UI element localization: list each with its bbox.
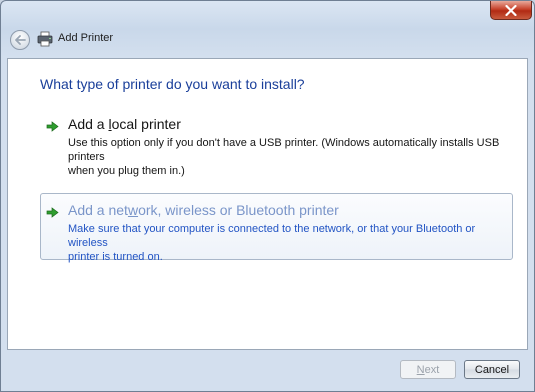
- add-local-printer-label: Add a local printer: [68, 116, 181, 132]
- green-arrow-icon: [46, 121, 59, 132]
- back-arrow-icon: [15, 35, 26, 45]
- cancel-button[interactable]: Cancel: [464, 360, 520, 379]
- printer-icon: [37, 31, 53, 47]
- add-local-printer-description: Use this option only if you don't have a…: [68, 137, 500, 177]
- window-title: Add Printer: [58, 32, 114, 44]
- green-arrow-icon: [46, 207, 59, 218]
- add-network-printer-option[interactable]: Add a network, wireless or Bluetooth pri…: [40, 193, 513, 263]
- back-button[interactable]: [10, 30, 30, 50]
- close-button[interactable]: [490, 1, 532, 20]
- wizard-content: What type of printer do you want to inst…: [7, 58, 528, 350]
- add-network-printer-label: Add a network, wireless or Bluetooth pri…: [68, 202, 339, 218]
- page-question: What type of printer do you want to inst…: [40, 76, 305, 92]
- add-printer-window: Add Printer What type of printer do you …: [0, 0, 535, 392]
- close-icon: [505, 4, 517, 16]
- add-network-printer-description: Make sure that your computer is connecte…: [68, 223, 476, 263]
- next-button[interactable]: Next: [400, 360, 456, 379]
